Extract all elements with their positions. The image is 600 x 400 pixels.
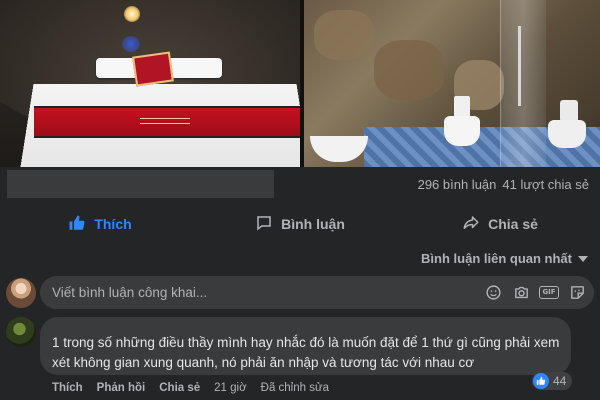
thumbs-up-icon (533, 373, 549, 389)
avatar[interactable] (6, 317, 36, 347)
glass-partition (500, 0, 546, 167)
gif-icon[interactable]: GIF (539, 283, 559, 301)
pillow-right (166, 58, 222, 78)
comment-edited[interactable]: Đã chỉnh sửa (261, 382, 329, 394)
comment-sort-row: Bình luận liên quan nhất (0, 243, 600, 273)
comment-text: 1 trong số những điều thầy mình hay nhắc… (52, 335, 560, 370)
comment-reactions[interactable]: 44 (532, 372, 573, 390)
like-button[interactable]: Thích (0, 205, 200, 243)
rock-texture (314, 10, 374, 60)
camera-icon[interactable] (512, 283, 530, 301)
share-button[interactable]: Chia sẻ (400, 205, 600, 243)
comment-input[interactable]: Viết bình luận công khai... GIF (40, 276, 594, 309)
reaction-count: 44 (553, 374, 567, 388)
like-label: Thích (94, 216, 132, 232)
post-actions: Thích Bình luận Chia sẻ (0, 205, 600, 243)
share-label: Chia sẻ (488, 216, 538, 232)
share-count[interactable]: 41 lượt chia sẻ (502, 177, 589, 192)
caret-down-icon (578, 255, 588, 262)
comment-bubble: 1 trong số những điều thầy mình hay nhắc… (40, 317, 571, 375)
comment-icon (255, 214, 273, 235)
composer-tools: GIF (484, 283, 586, 301)
comment-sort-dropdown[interactable]: Bình luận liên quan nhất (421, 251, 588, 266)
toilet (442, 96, 482, 150)
avatar[interactable] (6, 278, 36, 308)
toilet-reflection (548, 100, 588, 150)
comment-time[interactable]: 21 giờ (214, 382, 246, 394)
photo-cave-bathroom[interactable] (304, 0, 600, 167)
sticker-icon[interactable] (568, 283, 586, 301)
comment-input-placeholder: Viết bình luận công khai... (52, 285, 208, 300)
decor-cushion (132, 51, 174, 87)
shower-pipe (518, 26, 521, 106)
comment: 1 trong số những điều thầy mình hay nhắc… (0, 313, 600, 400)
rock-texture (374, 40, 444, 100)
ceiling-lamp (124, 6, 140, 22)
comment-composer-row: Viết bình luận công khai... GIF (0, 273, 600, 313)
comment-reply-link[interactable]: Phản hồi (97, 382, 146, 394)
comment-like-link[interactable]: Thích (52, 382, 83, 394)
comment-count[interactable]: 296 bình luận (418, 177, 497, 192)
comment-label: Bình luận (281, 216, 345, 232)
reactions-summary[interactable] (7, 170, 274, 198)
share-icon (462, 214, 480, 235)
sort-label: Bình luận liên quan nhất (421, 251, 572, 266)
emoji-icon[interactable] (484, 283, 502, 301)
post-photos (0, 0, 600, 167)
comment-share-link[interactable]: Chia sẻ (159, 382, 200, 394)
runner-ornament (140, 118, 190, 124)
comment-button[interactable]: Bình luận (200, 205, 400, 243)
thumbs-up-icon (68, 214, 86, 235)
blue-night-light (122, 36, 140, 52)
engagement-counts: 296 bình luận 41 lượt chia sẻ (418, 177, 589, 192)
photo-cave-bedroom[interactable] (0, 0, 300, 167)
sink (310, 136, 368, 162)
post-stats-bar: 296 bình luận 41 lượt chia sẻ (0, 167, 600, 205)
comment-meta: Thích Phản hồi Chia sẻ 21 giờ Đã chỉnh s… (52, 382, 329, 394)
